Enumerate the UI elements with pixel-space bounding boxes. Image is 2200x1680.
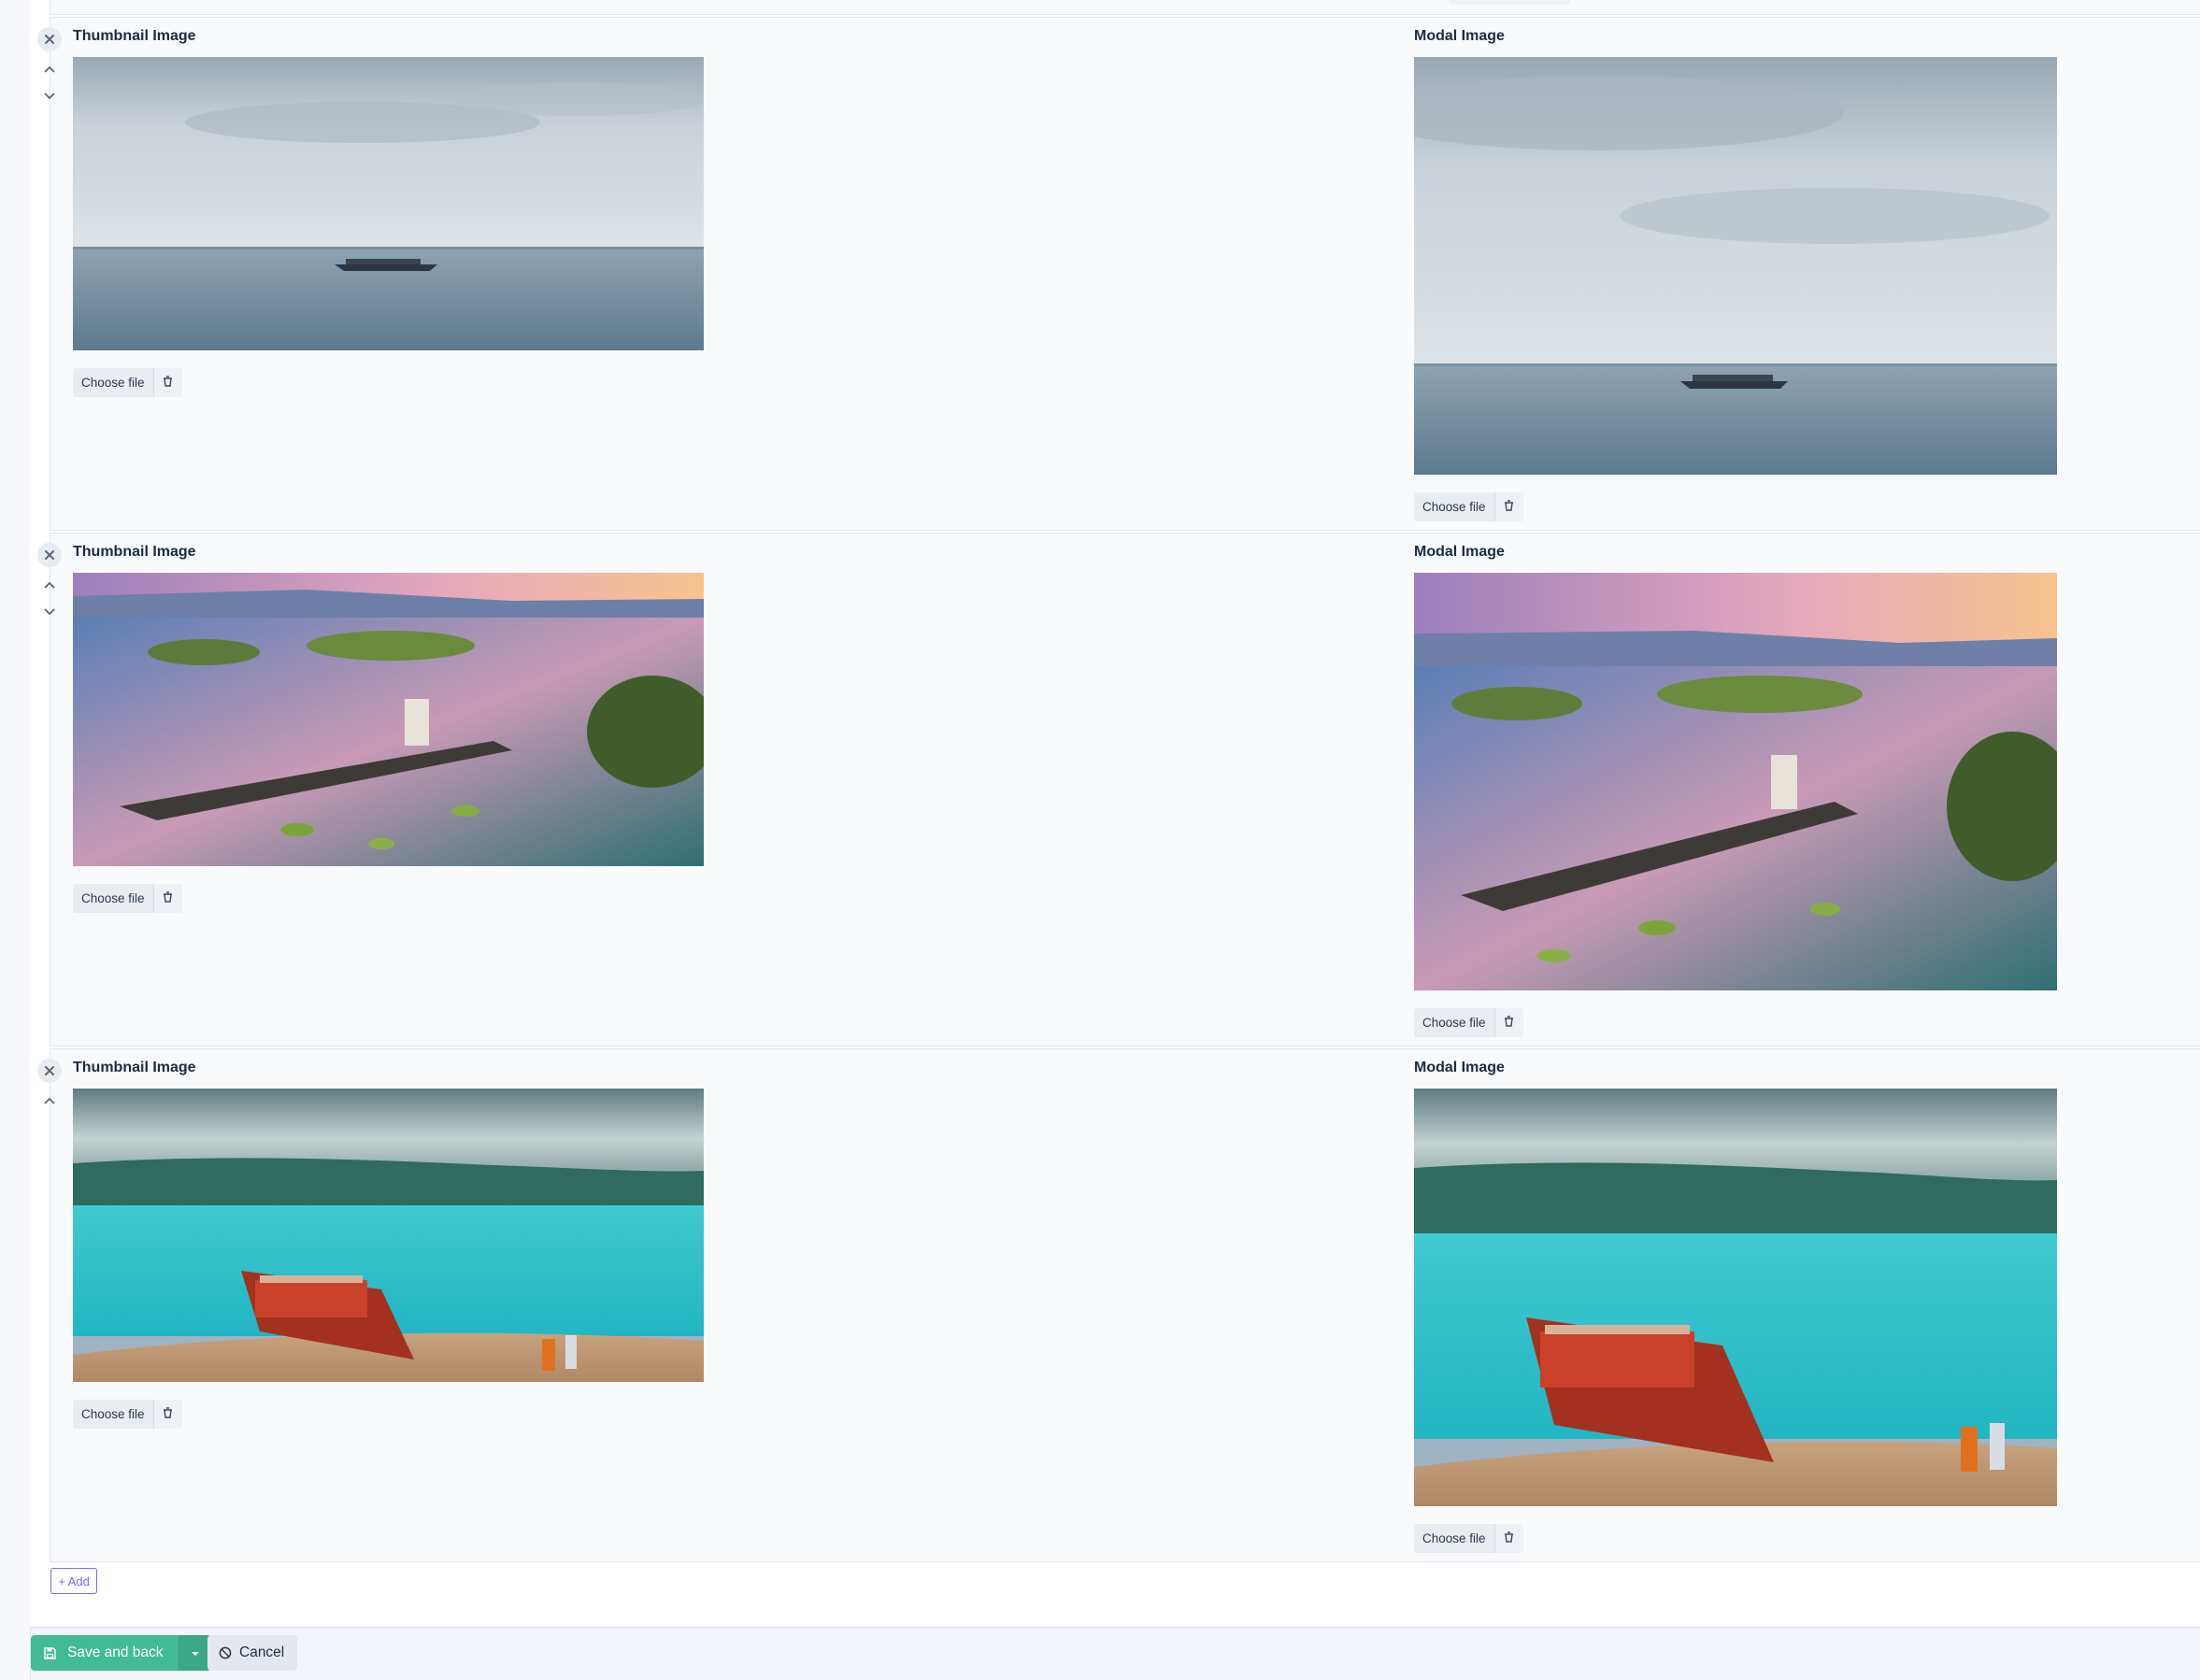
choose-file-button[interactable]: Choose file bbox=[73, 884, 153, 913]
choose-file-button[interactable]: Choose file bbox=[1414, 1524, 1494, 1553]
chevron-down-icon bbox=[43, 92, 56, 101]
chevron-up-icon bbox=[43, 580, 56, 590]
modal-file-picker[interactable]: Choose file bbox=[1414, 492, 1523, 521]
move-up-button[interactable] bbox=[37, 1089, 62, 1113]
modal-image-preview bbox=[1414, 1089, 2057, 1506]
modal-image-label: Modal Image bbox=[1414, 1060, 1505, 1075]
modal-image-label: Modal Image bbox=[1414, 544, 1505, 560]
close-icon bbox=[44, 549, 55, 561]
cancel-button[interactable]: Cancel bbox=[207, 1635, 298, 1671]
trash-icon bbox=[1504, 1531, 1514, 1545]
chevron-down-icon bbox=[43, 607, 56, 617]
choose-file-button[interactable]: Choose file bbox=[73, 368, 153, 397]
save-button-group: Save and back bbox=[31, 1635, 211, 1671]
previous-item-edge bbox=[50, 0, 2200, 15]
save-and-back-button[interactable]: Save and back bbox=[31, 1635, 179, 1671]
thumbnail-image-preview bbox=[73, 57, 704, 350]
modal-file-picker[interactable]: Choose file bbox=[1414, 1524, 1523, 1553]
left-sidebar-edge bbox=[0, 0, 31, 1680]
remove-item-button[interactable] bbox=[37, 27, 62, 51]
move-down-button[interactable] bbox=[37, 84, 62, 108]
thumbnail-image-preview bbox=[73, 1089, 704, 1382]
modal-image-label: Modal Image bbox=[1414, 28, 1505, 44]
clear-file-button[interactable] bbox=[1493, 1524, 1523, 1553]
modal-file-picker[interactable]: Choose file bbox=[1414, 1008, 1523, 1037]
floppy-icon bbox=[44, 1646, 56, 1659]
choose-file-button[interactable]: Choose file bbox=[73, 1400, 153, 1429]
trash-icon bbox=[1504, 500, 1514, 514]
close-icon bbox=[44, 1065, 55, 1076]
save-and-back-label: Save and back bbox=[67, 1644, 164, 1660]
thumbnail-image-label: Thumbnail Image bbox=[73, 28, 196, 44]
choose-file-button[interactable]: Choose file bbox=[1414, 492, 1494, 521]
choose-file-button[interactable]: Choose file bbox=[1414, 1008, 1494, 1037]
thumbnail-image-label: Thumbnail Image bbox=[73, 1060, 196, 1075]
close-icon bbox=[44, 34, 55, 45]
clear-file-button[interactable] bbox=[152, 884, 182, 913]
clear-file-button[interactable] bbox=[152, 368, 182, 397]
trash-icon bbox=[1504, 1016, 1514, 1030]
remove-item-button[interactable] bbox=[37, 1059, 62, 1083]
move-down-button[interactable] bbox=[37, 600, 62, 624]
thumbnail-image-preview bbox=[73, 573, 704, 866]
thumbnail-file-picker[interactable]: Choose file bbox=[73, 884, 182, 913]
add-item-button[interactable]: + Add bbox=[50, 1568, 97, 1594]
cancel-label: Cancel bbox=[239, 1644, 285, 1660]
save-options-dropdown[interactable] bbox=[178, 1635, 211, 1671]
remove-item-button[interactable] bbox=[37, 543, 62, 567]
move-up-button[interactable] bbox=[37, 573, 62, 597]
modal-image-preview bbox=[1414, 57, 2057, 475]
clear-file-button[interactable] bbox=[1493, 492, 1523, 521]
caret-down-icon bbox=[191, 1644, 200, 1661]
thumbnail-file-picker[interactable]: Choose file bbox=[73, 1400, 182, 1429]
ban-icon bbox=[219, 1646, 232, 1659]
clear-file-button[interactable] bbox=[1493, 1008, 1523, 1037]
move-up-button[interactable] bbox=[37, 57, 62, 81]
chevron-up-icon bbox=[43, 64, 56, 74]
trash-icon bbox=[163, 376, 173, 390]
trash-icon bbox=[163, 891, 173, 905]
chevron-up-icon bbox=[43, 1096, 56, 1105]
modal-image-preview bbox=[1414, 573, 2057, 990]
clear-file-button[interactable] bbox=[152, 1400, 182, 1429]
thumbnail-image-label: Thumbnail Image bbox=[73, 544, 196, 560]
trash-icon bbox=[163, 1407, 173, 1421]
thumbnail-file-picker[interactable]: Choose file bbox=[73, 368, 182, 397]
